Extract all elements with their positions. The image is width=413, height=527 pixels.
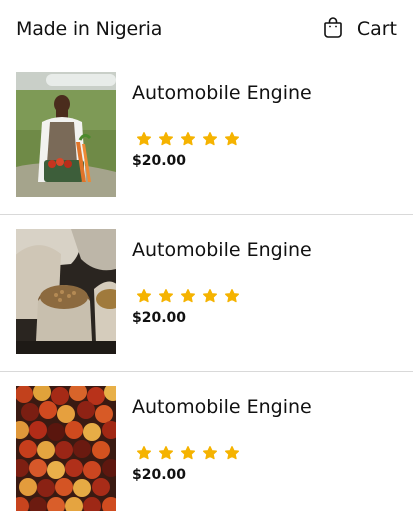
product-image-palm-fruit bbox=[16, 386, 116, 511]
star-icon bbox=[203, 446, 217, 460]
star-icon bbox=[137, 446, 151, 460]
app-header: Made in Nigeria Cart bbox=[0, 0, 413, 58]
product-info: Automobile Engine $20.00 bbox=[132, 386, 312, 527]
rating-stars bbox=[136, 131, 312, 147]
star-icon bbox=[181, 446, 195, 460]
star-icon bbox=[225, 446, 239, 460]
shopping-bag-icon bbox=[323, 16, 343, 42]
product-title: Automobile Engine bbox=[132, 82, 312, 104]
product-image-grain-sacks bbox=[16, 229, 116, 354]
product-image-farmer bbox=[16, 72, 116, 197]
product-info: Automobile Engine $20.00 bbox=[132, 229, 312, 371]
rating-stars bbox=[136, 288, 312, 304]
star-icon bbox=[203, 289, 217, 303]
star-icon bbox=[159, 289, 173, 303]
product-item[interactable]: Automobile Engine $20.00 bbox=[0, 372, 413, 527]
star-icon bbox=[203, 132, 217, 146]
cart-button[interactable]: Cart bbox=[323, 16, 397, 42]
product-title: Automobile Engine bbox=[132, 239, 312, 261]
star-icon bbox=[181, 289, 195, 303]
star-icon bbox=[225, 289, 239, 303]
product-item[interactable]: Automobile Engine $20.00 bbox=[0, 58, 413, 215]
star-icon bbox=[137, 289, 151, 303]
star-icon bbox=[225, 132, 239, 146]
product-list: Automobile Engine $20.00 Automobile Engi… bbox=[0, 58, 413, 527]
star-icon bbox=[137, 132, 151, 146]
product-title: Automobile Engine bbox=[132, 396, 312, 418]
star-icon bbox=[159, 132, 173, 146]
product-price: $20.00 bbox=[132, 310, 187, 326]
product-price: $20.00 bbox=[132, 467, 187, 483]
star-icon bbox=[181, 132, 195, 146]
product-price: $20.00 bbox=[132, 153, 187, 169]
cart-label: Cart bbox=[356, 18, 397, 40]
page-title: Made in Nigeria bbox=[16, 18, 163, 40]
product-info: Automobile Engine $20.00 bbox=[132, 72, 312, 214]
app-root: Made in Nigeria Cart Automobile Engine $… bbox=[0, 0, 413, 527]
star-icon bbox=[159, 446, 173, 460]
rating-stars bbox=[136, 445, 312, 461]
product-item[interactable]: Automobile Engine $20.00 bbox=[0, 215, 413, 372]
